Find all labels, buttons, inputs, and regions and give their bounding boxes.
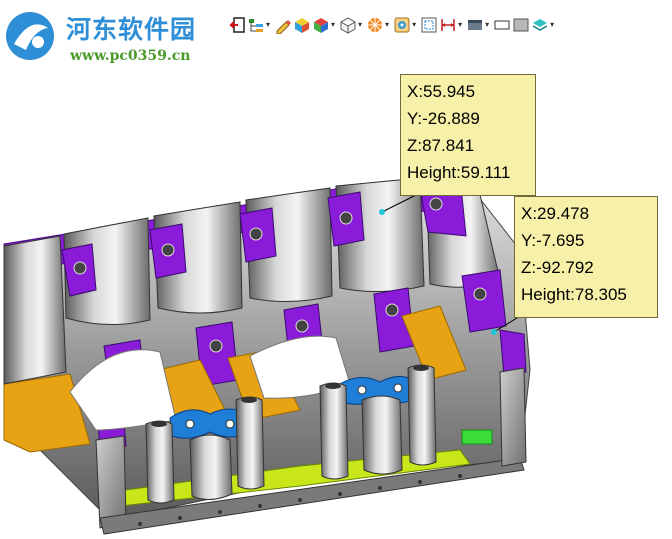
- rectangle-filled-button[interactable]: [512, 15, 530, 35]
- green-marker: [461, 429, 493, 445]
- dimension-button[interactable]: ▾: [439, 15, 465, 35]
- cube-color-icon: [295, 18, 310, 33]
- site-logo-icon: [6, 12, 54, 60]
- rectangle-outline-button[interactable]: [493, 15, 511, 35]
- explode-button[interactable]: ▾: [366, 15, 392, 35]
- fit-view-icon: [421, 17, 437, 33]
- measurement-callout: X:29.478 Y:-7.695 Z:-92.792 Height:78.30…: [514, 196, 658, 318]
- measure-pencil-icon: [276, 20, 292, 34]
- dimension-icon: [441, 19, 455, 31]
- fit-view-button[interactable]: [420, 15, 438, 35]
- layer-tree-button[interactable]: ▾: [247, 15, 273, 35]
- front-frame-left: [95, 435, 127, 529]
- target-button[interactable]: ▾: [393, 15, 419, 35]
- watermark: 河东软件园 www.pc0359.cn: [4, 4, 219, 66]
- chevron-down-icon: ▾: [485, 20, 490, 29]
- rectangle-outline-icon: [494, 20, 510, 30]
- wireframe-view-button[interactable]: ▾: [339, 15, 365, 35]
- exit-icon: [229, 17, 245, 33]
- coord-z: Z:87.841: [407, 136, 475, 155]
- chevron-down-icon: ▾: [385, 20, 390, 29]
- chevron-down-icon: ▾: [458, 20, 463, 29]
- measurement-callout: X:55.945 Y:-26.889 Z:87.841 Height:59.11…: [400, 74, 536, 196]
- coord-y: Y:-26.889: [407, 109, 480, 128]
- toolbar: ▾ ▾ ▾ ▾ ▾ ▾ ▾ ▾: [228, 14, 558, 36]
- measure-button[interactable]: [274, 15, 292, 35]
- coord-y: Y:-7.695: [521, 231, 585, 250]
- rectangle-filled-icon: [513, 18, 529, 32]
- chevron-down-icon: ▾: [266, 20, 271, 29]
- front-frame-right: [499, 367, 527, 467]
- chevron-down-icon: ▾: [550, 20, 555, 29]
- site-name: 河东软件园: [66, 15, 197, 44]
- explode-icon: [368, 18, 383, 32]
- cube-wireframe-icon: [340, 17, 356, 34]
- cube-shaded-icon: [314, 18, 329, 33]
- display-mode-button[interactable]: ▾: [466, 15, 492, 35]
- left-end-wall: [3, 235, 67, 385]
- height-value: Height:78.305: [521, 285, 627, 304]
- exit-button[interactable]: [228, 15, 246, 35]
- chevron-down-icon: ▾: [412, 20, 417, 29]
- chevron-down-icon: ▾: [331, 20, 336, 29]
- coord-z: Z:-92.792: [521, 258, 594, 277]
- height-value: Height:59.111: [407, 163, 511, 182]
- color-view-button[interactable]: [293, 15, 311, 35]
- layer-tree-icon: [249, 19, 263, 32]
- coord-x: X:29.478: [521, 204, 590, 223]
- layers-button[interactable]: ▾: [531, 15, 557, 35]
- layers-cyan-icon: [532, 19, 548, 31]
- shaded-view-button[interactable]: ▾: [312, 15, 338, 35]
- chevron-down-icon: ▾: [358, 20, 363, 29]
- gear-target-icon: [394, 17, 410, 33]
- coord-x: X:55.945: [407, 82, 476, 101]
- display-mode-icon: [468, 20, 483, 30]
